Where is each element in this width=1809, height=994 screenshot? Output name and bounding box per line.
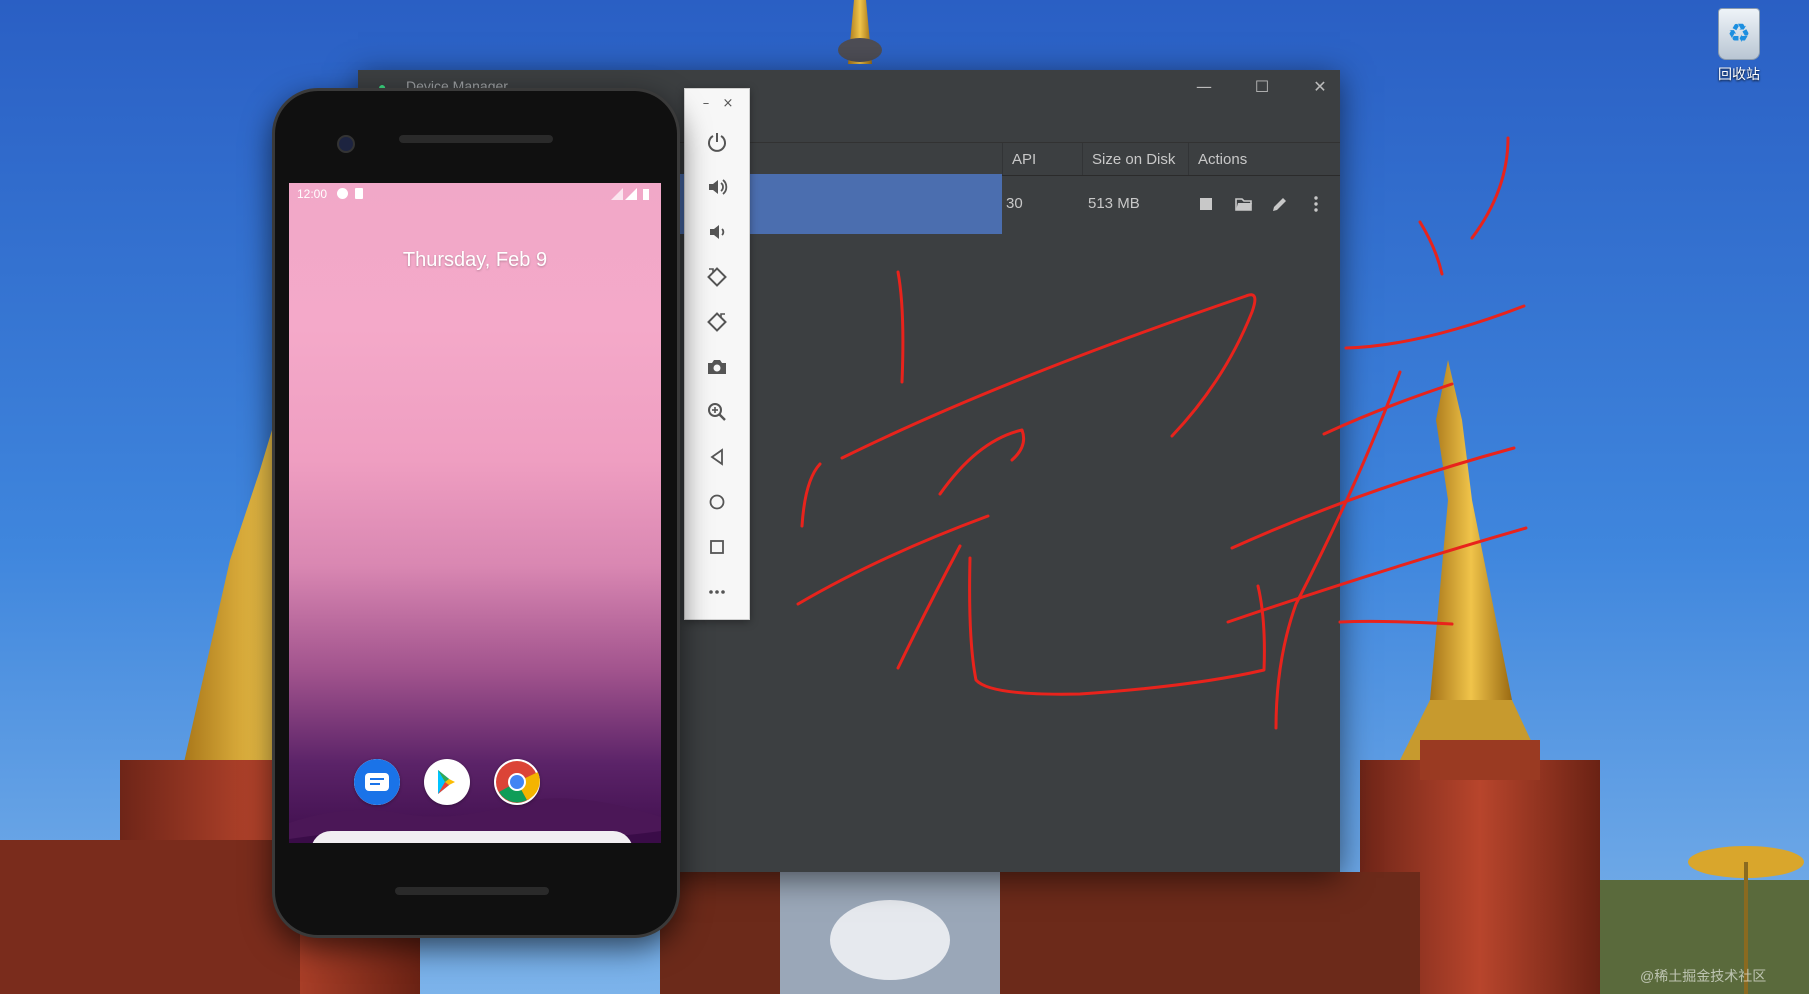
play-store-icon[interactable] <box>424 759 470 805</box>
size-cell: 513 MB <box>1088 195 1140 212</box>
maximize-button[interactable]: ☐ <box>1242 74 1282 98</box>
back-icon[interactable] <box>702 442 732 472</box>
emulator-phone: 12:00 Thursday, Feb 9 <box>272 88 680 938</box>
google-logo: G <box>323 839 340 843</box>
column-separator <box>1002 143 1003 175</box>
phone-home-screen[interactable]: 12:00 Thursday, Feb 9 <box>289 183 661 843</box>
status-time: 12:00 <box>297 187 328 201</box>
toolbar-close-button[interactable]: × <box>719 95 737 111</box>
zoom-icon[interactable] <box>702 397 732 427</box>
column-header-api[interactable]: API <box>1012 151 1036 168</box>
bottom-speaker <box>395 887 549 895</box>
recycle-bin-icon: ♻ <box>1718 8 1760 60</box>
overview-icon[interactable] <box>702 532 732 562</box>
recycle-bin-label: 回收站 <box>1718 66 1760 82</box>
stop-icon[interactable] <box>1194 192 1218 216</box>
chrome-icon[interactable] <box>494 759 540 805</box>
recycle-bin[interactable]: ♻ 回收站 <box>1700 8 1778 84</box>
rotate-left-icon[interactable] <box>702 262 732 292</box>
lockscreen-date[interactable]: Thursday, Feb 9 <box>289 249 661 272</box>
volume-up-icon[interactable] <box>702 172 732 202</box>
column-header-size[interactable]: Size on Disk <box>1092 151 1175 168</box>
messages-icon[interactable] <box>354 759 400 805</box>
more-icon[interactable] <box>702 577 732 607</box>
edit-icon[interactable] <box>1268 192 1292 216</box>
close-button[interactable]: ✕ <box>1300 74 1340 98</box>
signal-battery-icons <box>611 188 649 200</box>
emulator-toolbar: – × <box>684 88 750 620</box>
notification-icon <box>337 188 348 199</box>
column-separator <box>1082 143 1083 175</box>
rotate-right-icon[interactable] <box>702 307 732 337</box>
home-icon[interactable] <box>702 487 732 517</box>
folder-icon[interactable] <box>1232 192 1256 216</box>
power-icon[interactable] <box>702 127 732 157</box>
wallpaper-mountains <box>289 798 661 843</box>
status-bar: 12:00 <box>289 183 661 205</box>
watermark: @稀土掘金技术社区 <box>1640 968 1767 984</box>
toolbar-minimize-button[interactable]: – <box>697 95 715 111</box>
more-vert-icon[interactable] <box>1304 192 1328 216</box>
api-cell: 30 <box>1006 195 1023 212</box>
sd-card-icon <box>355 188 363 199</box>
camera-icon[interactable] <box>702 352 732 382</box>
front-camera <box>337 135 355 153</box>
earpiece-speaker <box>399 135 553 143</box>
column-header-actions: Actions <box>1198 151 1248 168</box>
column-separator <box>1188 143 1189 175</box>
google-search-bar[interactable]: G <box>311 831 633 843</box>
volume-down-icon[interactable] <box>702 217 732 247</box>
minimize-button[interactable]: — <box>1184 74 1224 98</box>
